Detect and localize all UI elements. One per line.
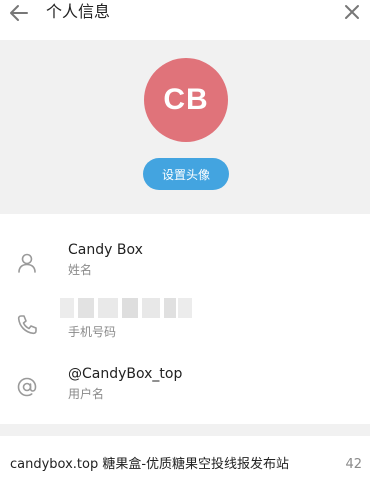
avatar: CB	[144, 58, 228, 142]
name-value: Candy Box	[68, 242, 143, 258]
phone-label: 手机号码	[68, 325, 117, 339]
at-sign-icon	[17, 377, 37, 397]
profile-header: CB 设置头像	[0, 40, 370, 214]
user-icon	[18, 253, 36, 273]
page-title: 个人信息	[46, 2, 111, 21]
close-icon[interactable]	[342, 2, 362, 22]
section-divider	[0, 424, 370, 436]
footer-text: candybox.top 糖果盒-优质糖果空投线报发布站	[10, 457, 290, 472]
footer-count: 42	[345, 457, 362, 472]
header-bar: 个人信息	[0, 0, 370, 40]
set-avatar-button[interactable]: 设置头像	[143, 158, 229, 190]
phone-icon	[17, 315, 37, 335]
name-label: 姓名	[68, 263, 93, 277]
username-label: 用户名	[68, 387, 105, 401]
username-value: @CandyBox_top	[68, 366, 183, 382]
username-row[interactable]: @CandyBox_top 用户名	[0, 364, 370, 424]
arrow-left-icon[interactable]	[8, 2, 30, 24]
info-list: Candy Box 姓名 手机号码 @CandyBox_top 用户名	[0, 214, 370, 424]
footer-bar: candybox.top 糖果盒-优质糖果空投线报发布站 42	[0, 436, 370, 483]
phone-value-redacted	[60, 298, 192, 318]
name-row[interactable]: Candy Box 姓名	[0, 240, 370, 300]
